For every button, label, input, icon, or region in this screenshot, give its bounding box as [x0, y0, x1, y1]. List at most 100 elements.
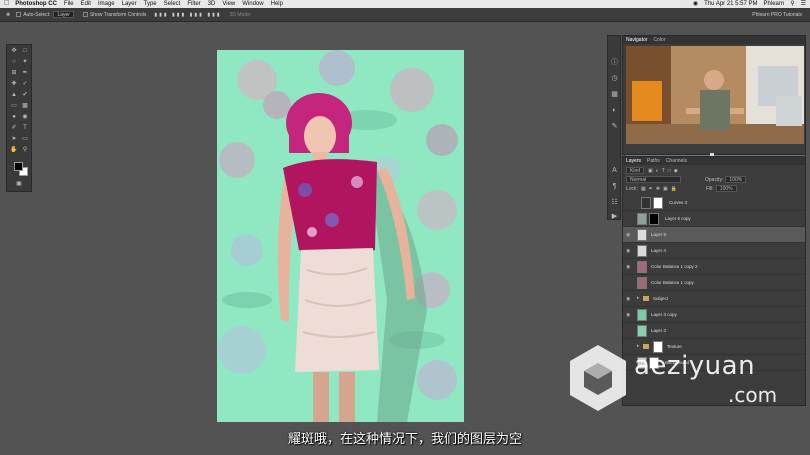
folder-icon [643, 296, 649, 301]
eye-icon[interactable]: ◉ [626, 264, 630, 270]
menu-view[interactable]: View [222, 0, 235, 8]
filter-kind-dropdown[interactable]: Kind [626, 167, 645, 174]
search-icon[interactable]: ⚲ [790, 0, 794, 8]
menu-select[interactable]: Select [164, 0, 181, 8]
tab-navigator[interactable]: Navigator [626, 37, 647, 43]
move-tool-icon[interactable]: ✥ [10, 48, 18, 55]
layer-row[interactable]: ◉ Layer 3 copy [623, 307, 805, 323]
lock-row: Lock: ▦✒✥▣🔒 Fill: 100% [626, 185, 741, 192]
foreground-color-swatch[interactable] [14, 162, 23, 171]
menu-help[interactable]: Help [271, 0, 283, 8]
brush-tool-icon[interactable]: ✓ [21, 81, 29, 88]
navigator-video-thumbnail [626, 46, 804, 144]
menu-type[interactable]: Type [144, 0, 157, 8]
blend-row: Normal Opacity: 100% [626, 176, 750, 183]
paragraph-icon[interactable]: ¶ [610, 182, 619, 191]
layer-row[interactable]: ◉ Layer 5 [623, 227, 805, 243]
menubar-status: ◉ Thu Apr 21 5:57 PM Phlearn ⚲ ☰ [687, 0, 806, 8]
quick-mask-icon[interactable]: ▣ [15, 181, 23, 188]
lock-icons[interactable]: ▦✒✥▣🔒 [641, 186, 680, 192]
layer-thumb [637, 229, 647, 241]
app-name[interactable]: Photoshop CC [15, 0, 57, 8]
apple-icon[interactable]:  [4, 0, 9, 8]
menu-layer[interactable]: Layer [122, 0, 137, 8]
swatches-icon[interactable]: ▦ [610, 90, 619, 99]
shape-tool-icon[interactable]: ▭ [21, 136, 29, 143]
menu-edit[interactable]: Edit [81, 0, 91, 8]
document-canvas[interactable] [217, 50, 464, 422]
menu-filter[interactable]: Filter [187, 0, 200, 8]
menu-file[interactable]: File [64, 0, 74, 8]
layer-thumb [637, 309, 647, 321]
marquee-tool-icon[interactable]: □ [21, 48, 29, 55]
gradient-tool-icon[interactable]: ▩ [21, 103, 29, 110]
filter-icons[interactable]: ▣◐T□◆ [648, 168, 681, 174]
history-icon[interactable]: ◷ [610, 74, 619, 83]
clock[interactable]: Thu Apr 21 5:57 PM [704, 0, 757, 8]
eye-icon[interactable]: ◉ [626, 232, 630, 238]
transform-label: Show Transform Controls [89, 11, 147, 18]
layer-name: Layer 5 [651, 232, 667, 237]
lasso-tool-icon[interactable]: ○ [10, 59, 18, 66]
layer-row[interactable]: Layer 3 [623, 323, 805, 339]
navigator-zoom-slider[interactable] [626, 146, 804, 158]
wifi-icon[interactable]: ◉ [693, 0, 698, 8]
pen-tool-icon[interactable]: ✐ [10, 125, 18, 132]
layer-group-row[interactable]: ◉ ▸ Subject [623, 291, 805, 307]
align-icons[interactable]: ▮▮▮ ▮▮▮ ▮▮▮ ▮▮▮ [154, 12, 221, 18]
history-brush-tool-icon[interactable]: ✔ [21, 92, 29, 99]
layer-row[interactable]: ◉ Layer 4 [623, 243, 805, 259]
hand-tool-icon[interactable]: ✋ [10, 147, 18, 154]
layer-row[interactable]: Layer 6 copy [623, 211, 805, 227]
crop-tool-icon[interactable]: ⊞ [10, 70, 18, 77]
adjustments-icon[interactable]: ◐ [610, 106, 619, 115]
expand-arrow-icon[interactable]: ▸ [637, 295, 640, 301]
target-dropdown[interactable]: Layer [53, 11, 74, 18]
cube-logo-icon [570, 345, 626, 411]
fill-field[interactable]: 100% [715, 185, 737, 192]
layer-row[interactable]: Curves 3 [623, 195, 805, 211]
tab-channels[interactable]: Channels [666, 158, 687, 164]
move-tool-icon[interactable]: ✥ [6, 12, 10, 18]
tab-color[interactable]: Color [653, 37, 665, 43]
blur-tool-icon[interactable]: ● [10, 114, 18, 121]
properties-icon[interactable]: ☷ [610, 198, 619, 207]
play-icon[interactable]: ▶ [610, 212, 619, 221]
navigator-preview[interactable] [626, 46, 804, 144]
opacity-label: Opacity: [705, 176, 724, 183]
layer-thumb [637, 261, 647, 273]
menu-3d[interactable]: 3D [208, 0, 216, 8]
info-icon[interactable]: ⓘ [610, 58, 619, 67]
character-icon[interactable]: A [610, 166, 619, 175]
lock-label: Lock: [626, 185, 638, 192]
zoom-tool-icon[interactable]: ⚲ [21, 147, 29, 154]
auto-select-checkbox[interactable] [16, 12, 22, 17]
workspace-selector[interactable]: Phlearn PRO Tutorials [752, 12, 802, 18]
user-name[interactable]: Phlearn [764, 0, 785, 8]
layer-name: Layer 6 copy [665, 216, 691, 221]
blend-mode-dropdown[interactable]: Normal [626, 176, 681, 183]
menu-image[interactable]: Image [98, 0, 115, 8]
layer-row[interactable]: Color Balance 1 copy [623, 275, 805, 291]
layer-name: Layer 3 [651, 328, 667, 333]
eye-icon[interactable]: ◉ [626, 248, 630, 254]
tab-layers[interactable]: Layers [626, 158, 641, 164]
eye-icon[interactable]: ◉ [626, 312, 630, 318]
stamp-tool-icon[interactable]: ▲ [10, 92, 18, 99]
eraser-tool-icon[interactable]: ▭ [10, 103, 18, 110]
list-icon[interactable]: ☰ [801, 0, 806, 8]
quick-select-tool-icon[interactable]: ✦ [21, 59, 29, 66]
mask-thumb [653, 197, 663, 209]
layer-row[interactable]: ◉ Color Balance 1 copy 2 [623, 259, 805, 275]
path-select-tool-icon[interactable]: ➤ [10, 136, 18, 143]
menu-window[interactable]: Window [242, 0, 263, 8]
opacity-field[interactable]: 100% [725, 176, 747, 183]
tab-paths[interactable]: Paths [647, 158, 660, 164]
type-tool-icon[interactable]: T [21, 125, 29, 132]
brush-settings-icon[interactable]: ✎ [610, 122, 619, 131]
transform-checkbox[interactable] [82, 12, 88, 17]
eyedropper-tool-icon[interactable]: ✒ [21, 70, 29, 77]
dodge-tool-icon[interactable]: ◉ [21, 114, 29, 121]
healing-tool-icon[interactable]: ✚ [10, 81, 18, 88]
eye-icon[interactable]: ◉ [626, 296, 630, 302]
